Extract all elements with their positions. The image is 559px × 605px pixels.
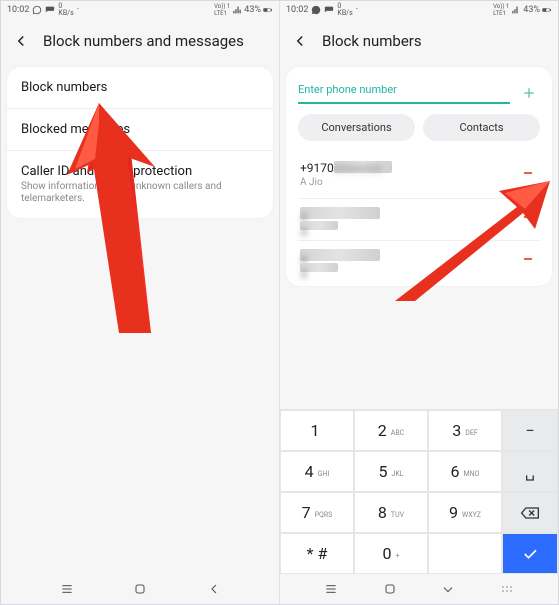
remove-button[interactable] (518, 208, 538, 229)
phone-left: 10:02 0KB/s · Vo)) 1LTE1 43% Block numbe… (1, 1, 280, 604)
blocked-number-redacted: x (300, 207, 380, 219)
nav-bar (280, 574, 558, 604)
header: Block numbers (280, 19, 558, 67)
contacts-button[interactable]: Contacts (423, 114, 540, 141)
item-block-numbers[interactable]: Block numbers (7, 67, 273, 109)
signal-icon (232, 5, 242, 15)
status-time: 10:02 (7, 5, 29, 15)
blocked-number: +9170xxxxxxxx (300, 161, 392, 175)
message-icon (324, 5, 334, 15)
battery-text: 43% (244, 5, 261, 15)
page-title: Block numbers and messages (43, 32, 244, 50)
status-bar: 10:02 0KB/s · Vo)) 1LTE1 43% (280, 1, 558, 19)
item-blocked-messages[interactable]: Blocked messages (7, 109, 273, 151)
battery-icon (542, 5, 552, 15)
blocked-carrier-redacted: x (300, 221, 338, 230)
conversations-button[interactable]: Conversations (298, 114, 415, 141)
remove-button[interactable] (518, 164, 538, 185)
blocked-row: +9170xxxxxxxx A Jio (298, 153, 540, 199)
back-button[interactable] (9, 29, 33, 53)
add-number-button[interactable] (518, 82, 540, 104)
blocked-row: x x (298, 241, 540, 282)
block-card: Conversations Contacts +9170xxxxxxxx A J… (286, 67, 552, 286)
volte-icon: Vo)) 1LTE1 (214, 3, 230, 17)
header: Block numbers and messages (1, 19, 279, 67)
nav-hide-keyboard-icon[interactable] (440, 581, 456, 597)
nav-home-icon[interactable] (382, 581, 398, 597)
key-confirm[interactable] (502, 533, 558, 574)
blocked-carrier-redacted: x (300, 263, 338, 272)
nav-recent-icon[interactable] (59, 581, 75, 597)
status-bar: 10:02 0KB/s · Vo)) 1LTE1 43% (1, 1, 279, 19)
key-9[interactable]: 9WXYZ (428, 492, 502, 533)
nav-keyboard-icon[interactable] (499, 581, 515, 597)
whatsapp-icon (32, 5, 42, 15)
nav-bar (1, 574, 279, 604)
key-3[interactable]: 3DEF (428, 410, 502, 451)
key-5[interactable]: 5JKL (354, 451, 428, 492)
message-icon (45, 5, 55, 15)
battery-text: 43% (523, 5, 540, 15)
nav-recent-icon[interactable] (323, 581, 339, 597)
blocked-row: x x (298, 199, 540, 241)
phone-right: 10:02 0KB/s · Vo)) 1LTE1 43% Block numbe… (280, 1, 558, 604)
key-2[interactable]: 2ABC (354, 410, 428, 451)
key-space[interactable]: ␣ (502, 451, 558, 492)
page-title: Block numbers (322, 32, 422, 50)
key-1[interactable]: 1 (280, 410, 354, 451)
status-time: 10:02 (286, 5, 308, 15)
speed-icon: 0KB/s (337, 3, 352, 17)
battery-icon (263, 5, 273, 15)
volte-icon: Vo)) 1LTE1 (493, 3, 509, 17)
key-minus[interactable]: − (502, 410, 558, 451)
settings-list: Block numbers Blocked messages Caller ID… (7, 67, 273, 218)
signal-icon (511, 5, 521, 15)
key-8[interactable]: 8TUV (354, 492, 428, 533)
item-caller-id-spam[interactable]: Caller ID and spam protection Show infor… (7, 151, 273, 218)
more-status-icon: · (77, 5, 79, 15)
more-status-icon: · (356, 5, 358, 15)
key-4[interactable]: 4GHI (280, 451, 354, 492)
key-6[interactable]: 6MNO (428, 451, 502, 492)
key-empty[interactable] (428, 533, 502, 574)
phone-number-input[interactable] (298, 79, 510, 104)
dial-keypad: 1 2ABC 3DEF − 4GHI 5JKL 6MNO ␣ 7PQRS 8TU… (280, 409, 558, 574)
key-backspace[interactable] (502, 492, 558, 533)
whatsapp-icon (311, 5, 321, 15)
key-7[interactable]: 7PQRS (280, 492, 354, 533)
remove-button[interactable] (518, 250, 538, 271)
back-button[interactable] (288, 29, 312, 53)
nav-home-icon[interactable] (132, 581, 148, 597)
speed-icon: 0KB/s (58, 3, 73, 17)
blocked-number-redacted: x (300, 249, 380, 261)
key-star-hash[interactable]: * # (280, 533, 354, 574)
key-0[interactable]: 0+ (354, 533, 428, 574)
blocked-carrier: A Jio (300, 177, 392, 188)
nav-back-icon[interactable] (206, 581, 222, 597)
